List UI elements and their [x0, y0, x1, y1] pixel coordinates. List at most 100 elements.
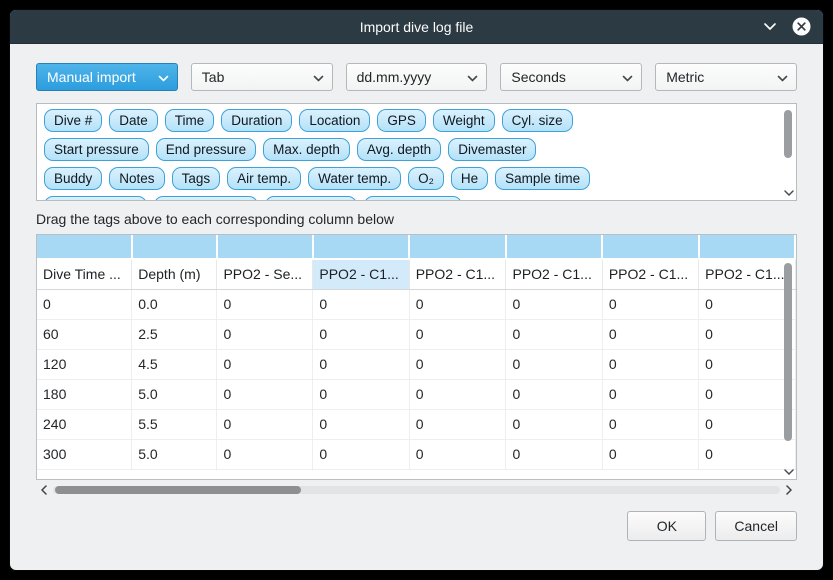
column-tag[interactable]: Avg. depth [357, 138, 441, 161]
table-row: 1204.5000000 [37, 349, 795, 379]
scroll-down-arrow-icon[interactable] [782, 465, 795, 478]
table-cell: 0 [409, 439, 506, 469]
column-drop-target[interactable] [37, 235, 132, 259]
cancel-button[interactable]: Cancel [715, 511, 797, 541]
column-tag[interactable]: Water temp. [308, 167, 401, 190]
column-header[interactable]: PPO2 - Se... [217, 259, 313, 289]
chevron-down-icon[interactable] [763, 22, 777, 31]
table-cell: 5.0 [132, 379, 217, 409]
table-cell: 0 [217, 439, 313, 469]
tag-row: Start pressure End pressure Max. depth Avg.… [44, 138, 774, 161]
column-drop-target[interactable] [506, 235, 602, 259]
column-tag[interactable]: Sample temp. [154, 196, 257, 201]
column-tag[interactable]: Sample depth [44, 196, 147, 201]
column-tag[interactable]: Sample pO₂ [265, 196, 358, 201]
tag-row: Buddy Notes Tags Air temp. Water temp. O₂ He Sa… [44, 167, 774, 190]
column-drop-target[interactable] [409, 235, 506, 259]
table-cell: 0 [217, 289, 313, 319]
scroll-down-arrow-icon[interactable] [782, 186, 795, 199]
column-tag[interactable]: Notes [109, 167, 164, 190]
scroll-left-arrow-icon[interactable] [37, 483, 51, 497]
import-options-row: Manual import Tab dd.mm.yyyy Seconds Met… [36, 63, 797, 91]
table-cell: 0 [409, 289, 506, 319]
import-mode-select[interactable]: Manual import [36, 63, 178, 91]
scroll-right-arrow-icon[interactable] [782, 483, 796, 497]
csv-table: Dive Time ...Depth (m)PPO2 - Se...PPO2 -… [37, 235, 796, 470]
scrollbar-track[interactable] [53, 486, 780, 494]
column-header[interactable]: PPO2 - C1... [602, 259, 698, 289]
column-tag[interactable]: Dive # [44, 109, 102, 132]
tag-row: Dive # Date Time Duration Location GPS Weight C… [44, 109, 774, 132]
tag-palette: Dive # Date Time Duration Location GPS Weight C… [36, 103, 797, 201]
column-drop-target[interactable] [602, 235, 698, 259]
table-cell: 0 [409, 319, 506, 349]
column-drop-target[interactable] [699, 235, 795, 259]
units-value: Metric [666, 69, 777, 85]
table-cell: 0 [506, 409, 602, 439]
column-header[interactable]: Dive Time ... [37, 259, 132, 289]
tag-palette-scrollbar[interactable] [782, 106, 795, 199]
column-tag[interactable]: Time [165, 109, 215, 132]
table-row: 00.0000000 [37, 289, 795, 319]
column-drop-target[interactable] [132, 235, 217, 259]
column-tag[interactable]: Tags [172, 167, 221, 190]
column-tag[interactable]: He [451, 167, 488, 190]
drag-hint-label: Drag the tags above to each correspondin… [36, 211, 797, 227]
table-cell: 0 [699, 349, 795, 379]
column-header[interactable]: PPO2 - C1... [699, 259, 795, 289]
close-icon[interactable] [792, 17, 811, 36]
column-tag[interactable]: O₂ [408, 167, 444, 190]
import-mode-value: Manual import [47, 69, 158, 85]
table-cell: 5.5 [132, 409, 217, 439]
titlebar[interactable]: Import dive log file [10, 10, 823, 44]
column-tag[interactable]: Buddy [44, 167, 102, 190]
table-cell: 180 [37, 379, 132, 409]
scrollbar-thumb[interactable] [784, 263, 792, 441]
column-tag[interactable]: Weight [433, 109, 495, 132]
column-tag[interactable]: Sample CNS [364, 196, 462, 201]
units-select[interactable]: Metric [655, 63, 797, 91]
column-drop-target[interactable] [217, 235, 313, 259]
column-tag[interactable]: GPS [377, 109, 426, 132]
table-cell: 0 [699, 289, 795, 319]
column-tag[interactable]: Start pressure [44, 138, 149, 161]
table-scrollbar[interactable] [782, 261, 795, 478]
ok-button[interactable]: OK [627, 511, 706, 541]
table-cell: 0 [37, 289, 132, 319]
column-tag[interactable]: Divemaster [448, 138, 536, 161]
duration-format-select[interactable]: Seconds [500, 63, 642, 91]
column-header[interactable]: PPO2 - C1... [409, 259, 506, 289]
horizontal-scrollbar[interactable] [36, 483, 797, 497]
field-separator-select[interactable]: Tab [191, 63, 333, 91]
scrollbar-thumb[interactable] [55, 486, 301, 494]
column-tag[interactable]: Max. depth [263, 138, 350, 161]
table-cell: 5.0 [132, 439, 217, 469]
table-cell: 0 [506, 439, 602, 469]
date-format-select[interactable]: dd.mm.yyyy [346, 63, 488, 91]
column-tag[interactable]: Sample time [495, 167, 590, 190]
column-tag[interactable]: End pressure [156, 138, 256, 161]
column-tag[interactable]: Date [109, 109, 158, 132]
table-cell: 0 [313, 319, 409, 349]
dialog-title: Import dive log file [10, 19, 823, 35]
column-tag[interactable]: Air temp. [227, 167, 301, 190]
table-cell: 0 [602, 439, 698, 469]
table-cell: 0 [699, 439, 795, 469]
table-cell: 0 [409, 379, 506, 409]
column-header[interactable]: Depth (m) [132, 259, 217, 289]
column-tag[interactable]: Location [299, 109, 370, 132]
column-header[interactable]: PPO2 - C1... [506, 259, 602, 289]
table-cell: 0 [699, 319, 795, 349]
table-row: 1805.0000000 [37, 379, 795, 409]
column-header[interactable]: PPO2 - C1... [313, 259, 409, 289]
table-cell: 0 [217, 349, 313, 379]
column-tag[interactable]: Cyl. size [502, 109, 573, 132]
table-cell: 0 [699, 379, 795, 409]
scrollbar-thumb[interactable] [784, 110, 792, 158]
column-tag[interactable]: Duration [221, 109, 292, 132]
column-drop-target[interactable] [313, 235, 409, 259]
table-row: 602.5000000 [37, 319, 795, 349]
dialog-buttons: OK Cancel [36, 511, 797, 541]
table-cell: 0 [506, 289, 602, 319]
table-cell: 240 [37, 409, 132, 439]
